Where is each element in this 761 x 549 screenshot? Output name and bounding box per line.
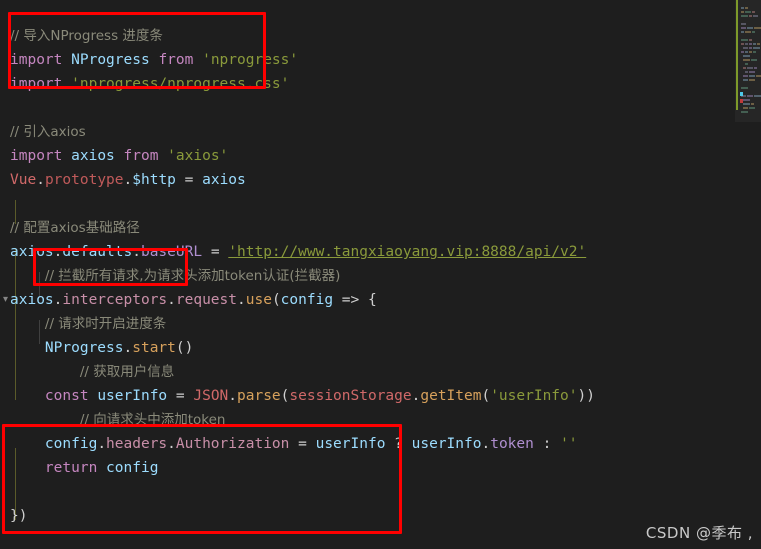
minimap-line <box>741 31 744 33</box>
minimap-line <box>751 59 757 61</box>
minimap-line <box>752 31 755 33</box>
minimap-line <box>749 71 755 73</box>
minimap-line <box>743 79 748 81</box>
minimap-line <box>749 39 752 41</box>
code-line[interactable]: Vue.prototype.$http = axios <box>0 168 735 192</box>
minimap-line <box>747 27 753 29</box>
minimap-fold-bar <box>736 0 738 110</box>
code-line[interactable] <box>0 96 735 120</box>
minimap-line <box>741 15 748 17</box>
minimap-line <box>741 51 744 53</box>
minimap-line <box>749 51 752 53</box>
minimap-marker-cyan <box>740 92 743 96</box>
minimap-line <box>741 111 748 113</box>
minimap-line <box>741 43 744 45</box>
minimap-line <box>745 7 748 9</box>
code-line[interactable]: ▾ axios.interceptors.request.use(config =… <box>0 288 735 312</box>
minimap-line <box>749 107 755 109</box>
code-line[interactable]: return config <box>0 456 735 480</box>
vscode-editor-window: // 导入NProgress 进度条 import NProgress from… <box>0 0 761 549</box>
code-line[interactable]: import axios from 'axios' <box>0 144 735 168</box>
code-line[interactable] <box>0 528 735 549</box>
code-line[interactable]: }) <box>0 504 735 528</box>
code-line[interactable]: import 'nprogress/nprogress.css' <box>0 72 735 96</box>
minimap[interactable] <box>735 0 761 549</box>
code-line[interactable]: axios.defaults.baseURL = 'http://www.tan… <box>0 240 735 264</box>
minimap-line <box>741 39 748 41</box>
fold-chevron-down-icon[interactable]: ▾ <box>0 288 11 312</box>
minimap-line <box>743 107 748 109</box>
minimap-line <box>743 67 746 69</box>
minimap-line <box>743 75 748 77</box>
csdn-watermark: CSDN @季布 , <box>645 524 753 542</box>
minimap-line <box>743 47 748 49</box>
minimap-line <box>752 11 755 13</box>
minimap-line <box>745 11 751 13</box>
minimap-line <box>751 103 754 105</box>
minimap-line <box>741 27 746 29</box>
minimap-line <box>745 63 748 65</box>
minimap-line <box>741 23 746 25</box>
minimap-line <box>749 47 752 49</box>
minimap-line <box>745 51 748 53</box>
code-line[interactable]: // 配置axios基础路径 <box>0 216 735 240</box>
code-line[interactable]: // 请求时开启进度条 <box>0 312 735 336</box>
minimap-line <box>743 59 750 61</box>
minimap-line <box>743 55 750 57</box>
code-line[interactable]: // 拦截所有请求,为请求头添加token认证(拦截器) <box>0 264 735 288</box>
minimap-line <box>743 99 750 101</box>
code-line[interactable]: import NProgress from 'nprogress' <box>0 48 735 72</box>
code-line[interactable] <box>0 192 735 216</box>
code-line[interactable] <box>0 480 735 504</box>
code-line[interactable] <box>0 0 735 24</box>
base-url-string[interactable]: 'http://www.tangxiaoyang.vip:8888/api/v2… <box>228 244 586 260</box>
code-line[interactable]: // 导入NProgress 进度条 <box>0 24 735 48</box>
code-line[interactable]: // 获取用户信息 <box>0 360 735 384</box>
code-editor-pane[interactable]: // 导入NProgress 进度条 import NProgress from… <box>0 0 735 549</box>
minimap-marker-red <box>740 99 743 103</box>
minimap-line <box>757 43 760 45</box>
code-line[interactable]: const userInfo = JSON.parse(sessionStora… <box>0 384 735 408</box>
minimap-line <box>747 67 753 69</box>
minimap-line <box>756 75 761 77</box>
minimap-line <box>753 15 758 17</box>
minimap-line <box>754 95 761 97</box>
minimap-line <box>754 27 761 29</box>
minimap-line <box>753 47 760 49</box>
minimap-line <box>745 71 748 73</box>
code-content[interactable]: // 导入NProgress 进度条 import NProgress from… <box>0 0 735 549</box>
code-line[interactable]: config.headers.Authorization = userInfo … <box>0 432 735 456</box>
minimap-line <box>745 43 748 45</box>
minimap-line <box>745 31 751 33</box>
minimap-line <box>749 79 755 81</box>
code-line[interactable]: // 向请求头中添加token <box>0 408 735 432</box>
minimap-line <box>753 43 756 45</box>
minimap-line <box>753 51 756 53</box>
minimap-line <box>747 95 753 97</box>
code-line[interactable]: // 引入axios <box>0 120 735 144</box>
minimap-line <box>743 103 750 105</box>
minimap-line <box>741 87 748 89</box>
minimap-line <box>754 67 757 69</box>
minimap-line <box>749 43 752 45</box>
minimap-line <box>749 75 755 77</box>
minimap-line <box>741 7 744 9</box>
minimap-line <box>741 11 744 13</box>
code-line[interactable]: NProgress.start() <box>0 336 735 360</box>
minimap-line <box>749 15 752 17</box>
